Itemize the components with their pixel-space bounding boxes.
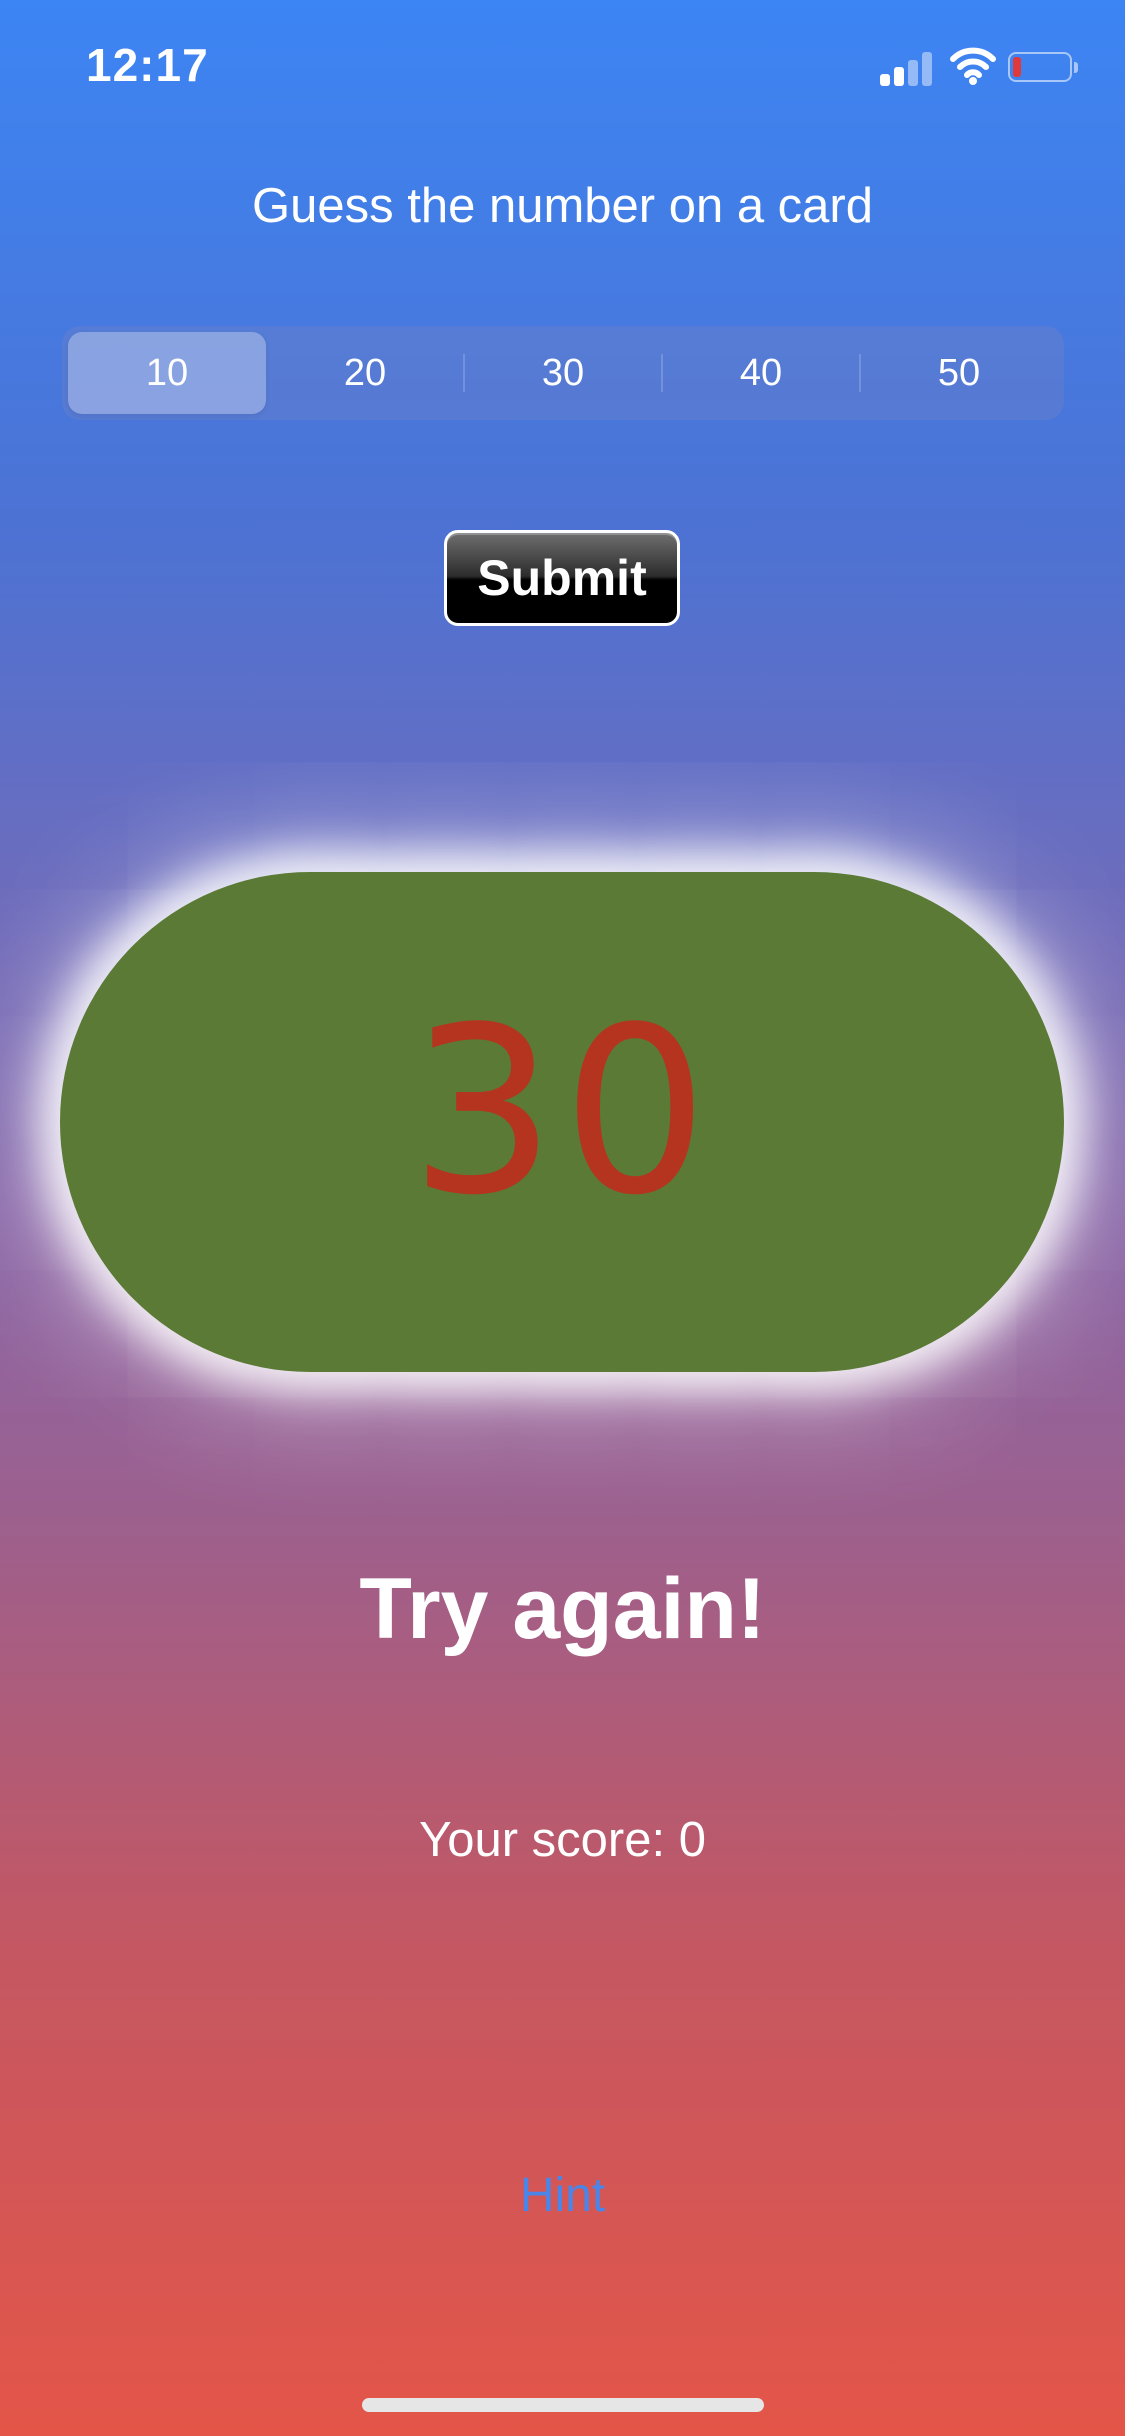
home-indicator — [362, 2398, 764, 2412]
result-message: Try again! — [359, 1561, 766, 1657]
number-card: 30 — [60, 872, 1064, 1372]
battery-icon — [1008, 52, 1080, 84]
segment-divider — [661, 354, 663, 392]
segment-option[interactable]: 30 — [463, 332, 662, 414]
score-text: Your score: 0 — [419, 1813, 706, 1867]
segment-label: 30 — [541, 351, 585, 394]
segment-label: 20 — [343, 351, 387, 394]
segment-label: 10 — [145, 351, 189, 394]
prompt-text: Guess the number on a card — [251, 179, 874, 233]
battery-level — [1013, 57, 1021, 77]
number-segmented-control[interactable]: 10 20 30 40 50 — [62, 326, 1064, 420]
segment-option[interactable]: 50 — [859, 332, 1058, 414]
segment-option[interactable]: 20 — [266, 332, 464, 414]
status-time: 12:17 — [86, 39, 209, 91]
segment-divider — [859, 354, 861, 392]
submit-button[interactable]: Submit — [444, 530, 680, 626]
status-bar: 12:17 — [0, 0, 1125, 132]
segment-label: 50 — [937, 351, 981, 394]
cellular-signal-icon — [880, 50, 936, 86]
game-screen: 12:17 Guess the number on a card 10 20 3… — [0, 0, 1125, 2436]
segment-option[interactable]: 40 — [661, 332, 860, 414]
segment-option[interactable]: 10 — [68, 332, 266, 414]
wifi-icon — [950, 47, 996, 85]
segment-divider — [463, 354, 465, 392]
card-number: 30 — [409, 978, 715, 1246]
segment-label: 40 — [739, 351, 783, 394]
hint-button[interactable]: Hint — [0, 2168, 1125, 2223]
